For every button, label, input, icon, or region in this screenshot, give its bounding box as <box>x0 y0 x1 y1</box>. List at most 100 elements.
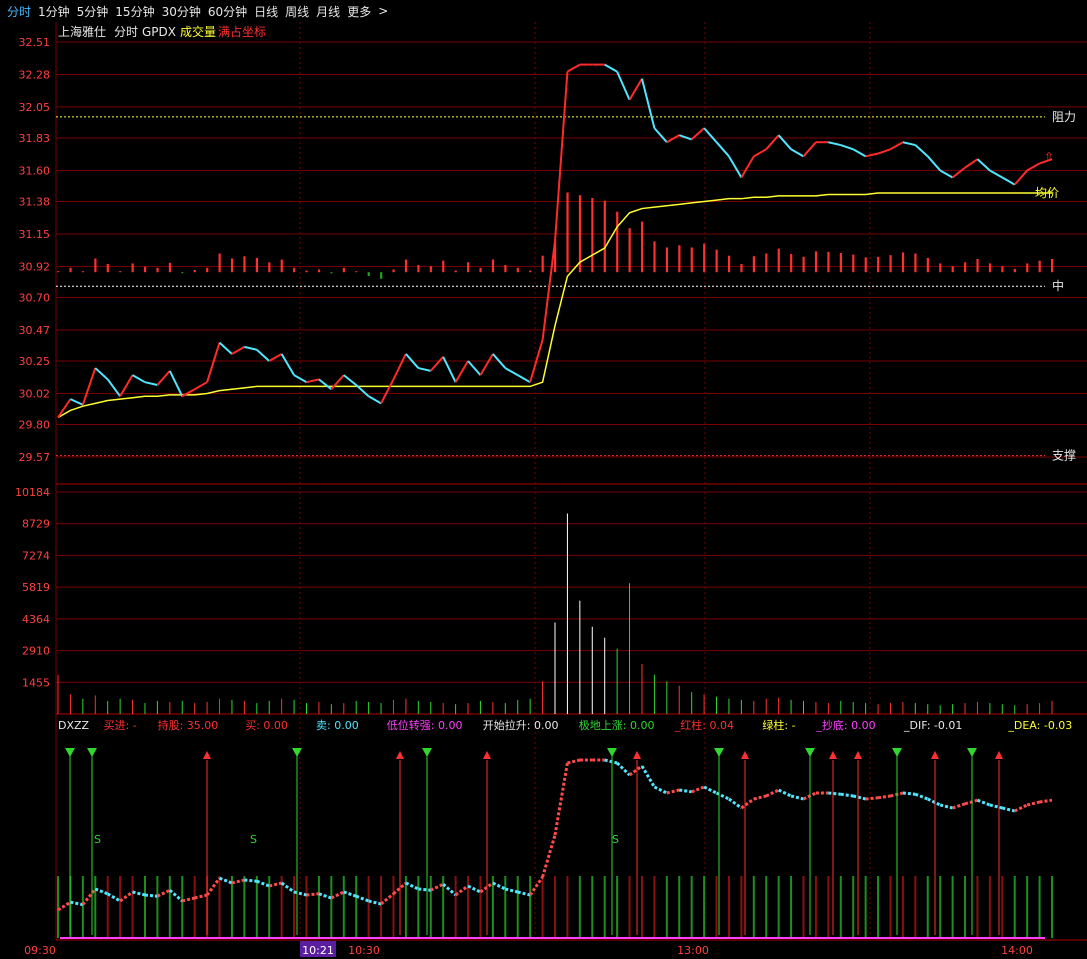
gpdx-bar <box>218 253 221 273</box>
gpdx-bar <box>765 253 768 273</box>
price-segment <box>380 378 395 404</box>
gpdx-bar <box>976 259 979 273</box>
sell-triangle-icon <box>714 748 724 757</box>
gpdx-bar <box>603 200 606 273</box>
price-segment <box>293 374 307 384</box>
gpdx-bar <box>467 262 470 273</box>
price-segment <box>429 356 444 372</box>
indicator-segment <box>256 879 270 888</box>
indicator-segment <box>628 764 643 777</box>
indicator-segment <box>318 892 332 900</box>
gpdx-bar <box>653 241 656 273</box>
buy-triangle-icon <box>483 751 491 759</box>
price-segment <box>268 353 283 362</box>
gpdx-bar <box>230 258 234 273</box>
indicator-gpdx[interactable]: GPDX <box>142 25 176 39</box>
buy-triangle-icon <box>741 751 749 759</box>
gpdx-bar <box>814 251 818 273</box>
price-segment <box>964 158 979 169</box>
volume-tick-label: 5819 <box>22 581 50 594</box>
price-segment <box>467 360 482 376</box>
indicator-value-0: DXZZ <box>58 719 90 732</box>
price-segment <box>343 374 357 386</box>
buy-triangle-icon <box>931 751 939 759</box>
indicator-segment <box>380 892 395 906</box>
price-axis: 32.51 32.28 32.05 31.83 31.60 31.38 31.15 30.92… <box>19 36 51 464</box>
indicator-segment <box>952 802 966 810</box>
indicator-full-scale[interactable]: 满占坐标 <box>218 24 266 39</box>
buy-triangle-icon <box>829 751 837 759</box>
price-segment <box>392 353 407 380</box>
time-tick-label: 14:00 <box>1001 944 1033 957</box>
gpdx-bar <box>193 270 196 273</box>
price-segment <box>418 367 431 372</box>
price-segment <box>926 155 941 172</box>
indicator-value-11: _DIF: -0.01 <box>903 719 962 732</box>
gpdx-bar <box>839 252 842 273</box>
gpdx-bar <box>727 255 731 273</box>
indicator-segment <box>70 900 84 907</box>
price-tick-label: 31.83 <box>19 132 51 145</box>
indicator-value-10: _抄底: 0.00 <box>815 718 875 732</box>
price-segment <box>852 148 867 158</box>
gpdx-bar <box>305 270 308 273</box>
price-segment <box>865 152 879 158</box>
price-segment <box>566 63 581 73</box>
indicator-segment <box>1014 803 1028 813</box>
price-segment <box>70 398 84 406</box>
indicator-segment <box>964 798 978 806</box>
gpdx-bar <box>404 259 408 273</box>
gpdx-bar <box>392 269 395 273</box>
gpdx-bar <box>827 251 830 273</box>
price-segment <box>504 367 519 376</box>
indicator-segment <box>442 883 457 897</box>
gpdx-bar <box>491 259 495 273</box>
volume-tick-label: 2910 <box>22 645 50 658</box>
gpdx-bar <box>591 197 594 273</box>
gpdx-bar <box>529 270 532 273</box>
gpdx-bar <box>1026 263 1029 273</box>
indicator-segment <box>840 792 854 798</box>
gpdx-bar <box>255 257 258 273</box>
indicator-segment <box>144 893 158 898</box>
indicator-segment <box>740 797 755 810</box>
gpdx-bar <box>243 256 246 273</box>
gpdx-bar <box>1013 268 1016 273</box>
price-segment <box>777 134 792 150</box>
indicator-segment <box>790 794 804 801</box>
gpdx-bar <box>355 271 358 273</box>
gpdx-bar <box>119 271 122 273</box>
indicator-segment <box>604 758 618 765</box>
gpdx-bar <box>1001 266 1004 273</box>
gpdx-bar <box>988 263 992 273</box>
gpdx-bar <box>293 267 296 273</box>
indicator-segment <box>430 882 444 892</box>
indicator-segment <box>1039 798 1053 804</box>
gpdx-bar <box>541 255 544 273</box>
price-segment <box>666 134 680 144</box>
price-segment <box>280 353 295 376</box>
indicator-value-2: 持股: 35.00 <box>158 718 219 732</box>
price-tick-label: 30.47 <box>19 324 51 337</box>
price-segment <box>368 395 382 405</box>
gpdx-bar <box>454 270 457 273</box>
price-segment <box>802 141 817 157</box>
indicator-segment <box>877 794 891 800</box>
price-segment <box>168 370 184 397</box>
price-segment <box>877 148 891 155</box>
gpdx-bar <box>665 247 669 273</box>
gpdx-bar <box>156 267 159 273</box>
indicator-volume[interactable]: 成交量 <box>180 24 216 39</box>
indicator-segment <box>330 890 345 900</box>
indicator-fenshi[interactable]: 分时 <box>114 25 138 39</box>
price-tick-label: 32.05 <box>19 101 51 114</box>
price-segment <box>306 378 320 384</box>
gpdx-bar <box>578 195 582 273</box>
indicator-segment <box>194 893 208 900</box>
gpdx-bar <box>504 265 507 273</box>
indicator-segment <box>156 888 171 898</box>
price-segment <box>256 348 270 362</box>
gpdx-bar <box>206 267 209 273</box>
volume-tick-label: 10184 <box>15 486 50 499</box>
price-tick-label: 31.15 <box>19 228 51 241</box>
